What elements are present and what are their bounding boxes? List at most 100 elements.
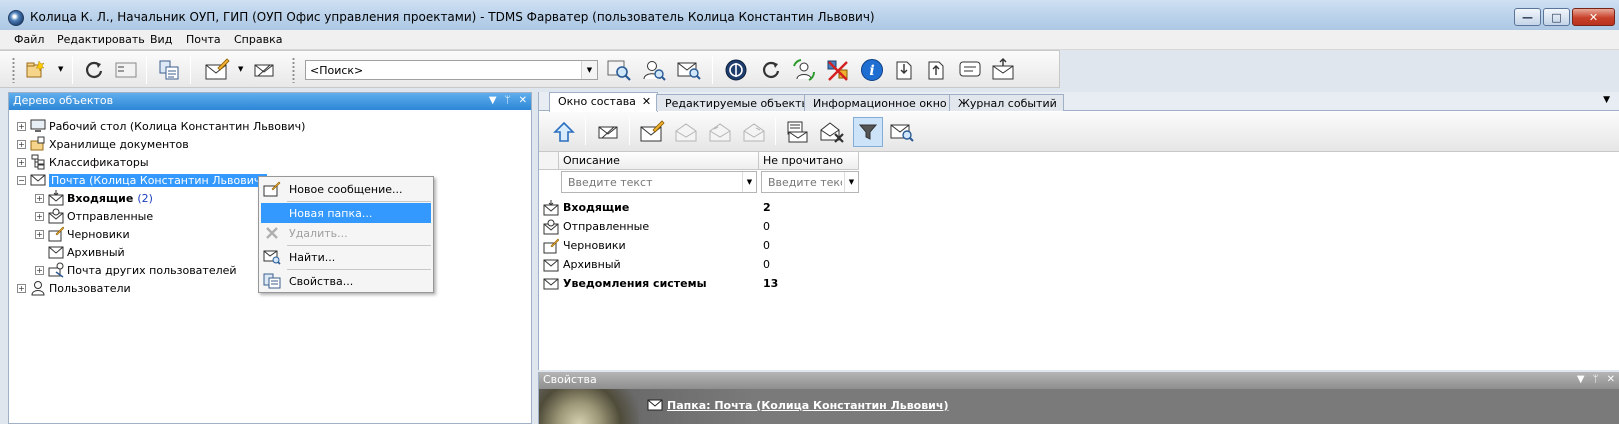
new-object-dropdown-icon[interactable]: ▼ xyxy=(58,65,63,73)
find-icon xyxy=(261,247,283,267)
menu-mail[interactable]: Почта xyxy=(186,33,221,46)
tab-event-log[interactable]: Журнал событий xyxy=(949,94,1064,111)
drafts-icon xyxy=(48,226,64,242)
find-message-button[interactable] xyxy=(675,56,703,84)
tree-item-inbox[interactable]: + Входящие (2) xyxy=(35,189,153,207)
tab-composition[interactable]: Окно состава ✕ xyxy=(549,92,659,112)
tab-edited-objects[interactable]: Редактируемые объекты xyxy=(656,94,818,111)
pin-icon[interactable]: ᛘ xyxy=(505,93,511,109)
toolbar-grip[interactable] xyxy=(292,57,295,83)
mark-read-button[interactable] xyxy=(783,117,813,147)
send-button[interactable] xyxy=(593,117,623,147)
find-user-button[interactable] xyxy=(640,56,668,84)
toolbar-grip[interactable] xyxy=(12,57,15,83)
menu-view[interactable]: Вид xyxy=(150,33,172,46)
expand-icon[interactable]: + xyxy=(35,211,44,221)
tree-item-archive[interactable]: Архивный xyxy=(48,243,125,261)
expand-icon[interactable]: + xyxy=(35,265,44,275)
table-row[interactable]: Архивный 0 xyxy=(539,255,859,274)
table-row[interactable]: Входящие 2 xyxy=(539,198,859,217)
panel-close-icon[interactable]: ✕ xyxy=(1607,372,1615,388)
table-row[interactable]: Уведомления системы 13 xyxy=(539,274,859,293)
menu-file[interactable]: Файл xyxy=(14,33,44,46)
table-row[interactable]: Черновики 0 xyxy=(539,236,859,255)
structure-button[interactable] xyxy=(155,56,183,84)
filter-toggle-button[interactable] xyxy=(853,117,883,147)
minimize-button[interactable]: — xyxy=(1514,8,1541,26)
expand-icon[interactable]: + xyxy=(17,283,26,293)
info-button[interactable]: i xyxy=(858,56,886,84)
pin-icon[interactable]: ᛘ xyxy=(1593,372,1599,388)
tree-item-desktop[interactable]: + Рабочий стол (Колица Константин Львови… xyxy=(17,117,305,135)
send-button[interactable] xyxy=(250,56,278,84)
unread-filter[interactable]: ▼ xyxy=(761,171,859,193)
expand-icon[interactable]: + xyxy=(17,139,26,149)
tree-item-document-storage[interactable]: + Хранилище документов xyxy=(17,135,189,153)
description-filter-input[interactable] xyxy=(562,172,738,192)
tab-info-window[interactable]: Информационное окно xyxy=(804,94,954,111)
tree-item-classifiers[interactable]: + Классификаторы xyxy=(17,153,149,171)
checkin-button[interactable] xyxy=(890,56,918,84)
tree-item-drafts[interactable]: + Черновики xyxy=(35,225,130,243)
unread-filter-input[interactable] xyxy=(762,172,842,192)
search-button[interactable] xyxy=(605,56,633,84)
expand-icon[interactable]: + xyxy=(17,157,26,167)
menu-edit[interactable]: Редактировать xyxy=(57,33,145,46)
menu-item-find[interactable]: Найти... xyxy=(261,247,431,267)
menu-item-new-message[interactable]: Новое сообщение... xyxy=(261,179,431,199)
close-button[interactable]: ✕ xyxy=(1572,8,1615,26)
panel-menu-icon[interactable]: ▼ xyxy=(489,93,497,109)
chevron-down-icon[interactable]: ▼ xyxy=(742,172,756,192)
menu-help[interactable]: Справка xyxy=(234,33,282,46)
column-header-description[interactable]: Описание xyxy=(559,152,759,170)
reply-all-button[interactable] xyxy=(705,117,735,147)
up-button[interactable] xyxy=(549,117,579,147)
search-messages-button[interactable] xyxy=(887,117,917,147)
new-message-dropdown-icon[interactable]: ▼ xyxy=(238,65,243,73)
search-box[interactable]: ▼ xyxy=(305,60,598,80)
context-menu: Новое сообщение... Новая папка... Удалит… xyxy=(258,176,434,293)
panel-close-icon[interactable]: ✕ xyxy=(519,93,527,109)
toolbar-separator xyxy=(585,117,586,145)
sync-users-button[interactable] xyxy=(790,56,818,84)
search-input[interactable] xyxy=(306,61,576,79)
collapse-icon[interactable]: − xyxy=(17,175,26,185)
delete-message-button[interactable] xyxy=(817,117,847,147)
chevron-down-icon[interactable]: ▼ xyxy=(844,172,858,192)
checkout-button[interactable] xyxy=(922,56,950,84)
reload-button[interactable] xyxy=(757,56,785,84)
info-icon: i xyxy=(861,59,883,81)
new-folder-icon xyxy=(261,203,283,223)
tab-close-icon[interactable]: ✕ xyxy=(642,95,651,108)
new-object-button[interactable] xyxy=(22,56,50,84)
menu-item-delete[interactable]: Удалить... xyxy=(261,223,431,243)
properties-object-link[interactable]: Папка: Почта (Колица Константин Львович) xyxy=(647,397,948,413)
tree-item-sent[interactable]: + Отправленные xyxy=(35,207,153,225)
mail-export-button[interactable] xyxy=(990,56,1018,84)
tree-item-others-mail[interactable]: + Почта других пользователей xyxy=(35,261,237,279)
send-icon xyxy=(598,126,618,139)
tabs-menu-icon[interactable]: ▼ xyxy=(1603,95,1610,105)
expand-icon[interactable]: + xyxy=(17,121,26,131)
delete-relation-button[interactable] xyxy=(824,56,852,84)
refresh-button[interactable] xyxy=(80,56,108,84)
table-row[interactable]: Отправленные 0 xyxy=(539,217,859,236)
farvater-button[interactable] xyxy=(722,56,750,84)
comments-button[interactable] xyxy=(956,56,984,84)
menu-item-properties[interactable]: Свойства... xyxy=(261,271,431,291)
reply-button[interactable] xyxy=(671,117,701,147)
tree-item-mail[interactable]: − Почта (Колица Константин Львович) xyxy=(17,171,267,189)
compose-button[interactable] xyxy=(637,117,667,147)
menu-item-new-folder[interactable]: Новая папка... xyxy=(261,203,431,223)
column-header-unread[interactable]: Не прочитано xyxy=(759,152,859,170)
tree-item-users[interactable]: + Пользователи xyxy=(17,279,131,297)
search-dropdown-button[interactable]: ▼ xyxy=(581,61,597,79)
description-filter[interactable]: ▼ xyxy=(561,171,757,193)
expand-icon[interactable]: + xyxy=(35,193,44,203)
window-view-button[interactable] xyxy=(112,56,140,84)
panel-menu-icon[interactable]: ▼ xyxy=(1577,372,1585,388)
forward-button[interactable] xyxy=(739,117,769,147)
maximize-button[interactable]: □ xyxy=(1543,8,1570,26)
new-message-button[interactable] xyxy=(203,56,231,84)
expand-icon[interactable]: + xyxy=(35,229,44,239)
